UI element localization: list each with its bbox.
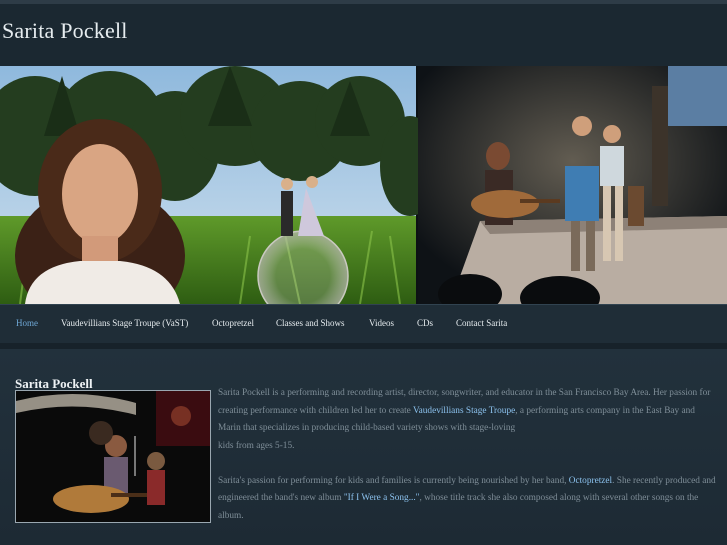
performance-photo [15,390,211,523]
intro-paragraph-2: Sarita's passion for performing for kids… [218,473,718,526]
nav-classes-and-shows[interactable]: Classes and Shows [276,318,345,328]
vaudevillians-link[interactable]: Vaudevillians Stage Troupe [413,406,515,416]
paragraph-text: Sarita's passion for performing for kids… [218,475,569,486]
site-header: Sarita Pockell [0,4,727,66]
nav-octopretzel[interactable]: Octopretzel [212,318,254,328]
site-title[interactable]: Sarita Pockell [2,18,128,44]
intro-paragraph-1: Sarita Pockell is a performing and recor… [218,385,718,455]
nav-videos[interactable]: Videos [369,318,394,328]
header-banner [0,66,727,304]
nav-cds[interactable]: CDs [417,318,433,328]
main-content: Sarita Pockell Sarita Pockell is a perfo… [0,349,727,545]
nav-vaudevillians[interactable]: Vaudevillians Stage Troupe (VaST) [61,318,188,328]
paragraph-text: kids from ages 5-15. [218,440,295,451]
nav-home[interactable]: Home [16,318,38,328]
banner-image [0,66,727,304]
nav-contact-sarita[interactable]: Contact Sarita [456,318,507,328]
intro-text: Sarita Pockell is a performing and recor… [218,385,718,525]
album-link[interactable]: "If I Were a Song..." [344,493,420,503]
octopretzel-link[interactable]: Octopretzel [569,476,612,486]
performance-photo-image [16,391,210,522]
main-navigation: Home Vaudevillians Stage Troupe (VaST) O… [0,304,727,343]
